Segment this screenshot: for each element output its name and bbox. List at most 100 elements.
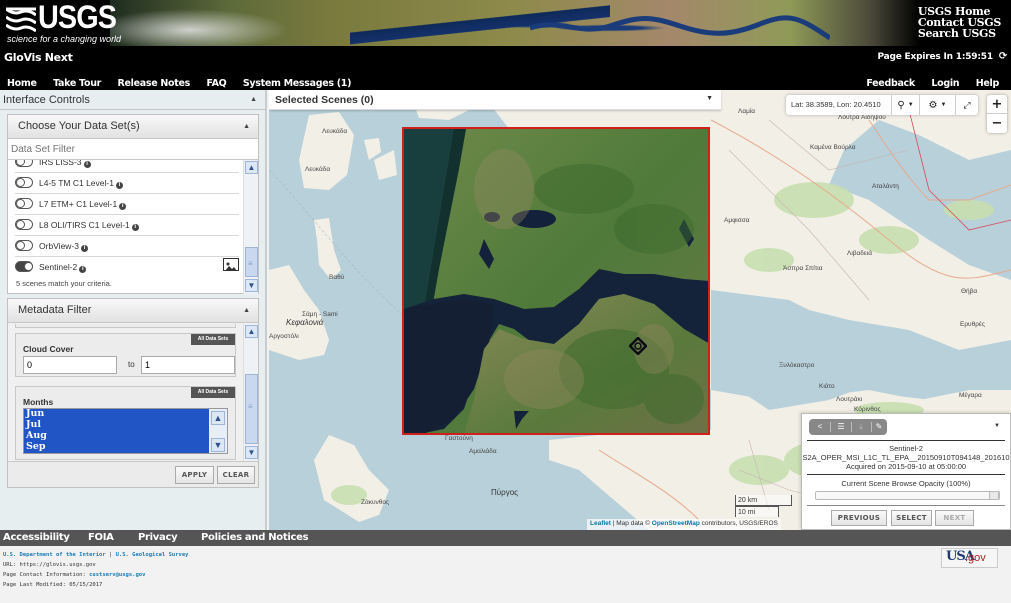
month-option[interactable]: Jun	[24, 409, 227, 419]
zoom-in-button[interactable]: +	[987, 95, 1007, 114]
month-option[interactable]: Jul	[24, 419, 227, 430]
contact-label: Page Contact Information:	[3, 572, 90, 578]
cloud-cover-max-input[interactable]	[141, 356, 235, 374]
scroll-up-icon[interactable]: ▲	[211, 411, 225, 425]
collapse-icon[interactable]: ▲	[243, 123, 250, 130]
nav-release-notes[interactable]: Release Notes	[118, 78, 191, 89]
info-icon[interactable]: i	[131, 224, 139, 231]
settings-dropdown[interactable]: ⚙ ▼	[919, 95, 955, 115]
chevron-down-icon: ▼	[907, 102, 914, 108]
scroll-up-icon[interactable]: ▲	[245, 161, 258, 174]
dataset-toggle[interactable]	[15, 198, 33, 209]
nav-login[interactable]: Login	[931, 78, 959, 89]
expires-time: 1:59:51	[955, 52, 993, 62]
dataset-toggle[interactable]	[15, 177, 33, 188]
zoom-out-button[interactable]: −	[987, 114, 1007, 133]
foia-link[interactable]: FOIA	[88, 532, 114, 543]
month-option[interactable]: Aug	[24, 430, 227, 441]
scroll-down-icon[interactable]: ▼	[211, 438, 225, 452]
chevron-down-icon[interactable]: ▼	[706, 95, 713, 102]
metadata-filter-footer: APPLY CLEAR	[8, 461, 258, 487]
dataset-item[interactable]: OrbView-3 i	[15, 236, 239, 257]
dataset-toggle[interactable]	[15, 240, 33, 251]
dataset-section-header[interactable]: Choose Your Data Set(s) ▲	[8, 115, 258, 139]
dataset-toggle[interactable]	[15, 261, 33, 272]
share-icon[interactable]: <	[813, 421, 827, 433]
chevron-down-icon[interactable]: ▼	[994, 423, 1000, 429]
scene-match-count: 5 scenes match your criteria.	[16, 279, 112, 288]
opacity-slider[interactable]	[815, 491, 1000, 500]
collapse-icon[interactable]: ▲	[250, 96, 257, 103]
nav-faq[interactable]: FAQ	[206, 78, 226, 89]
dataset-toggle[interactable]	[15, 219, 33, 230]
scroll-down-icon[interactable]: ▼	[245, 279, 258, 292]
nav-feedback[interactable]: Feedback	[866, 78, 915, 89]
nav-home[interactable]: Home	[7, 78, 37, 89]
interface-controls-header[interactable]: Interface Controls ▲	[0, 90, 265, 110]
search-usgs-link[interactable]: Search USGS	[918, 28, 1001, 39]
location-pin-dropdown[interactable]: ⚲ ▼	[891, 95, 919, 115]
nav-system-messages[interactable]: System Messages (1)	[243, 78, 352, 89]
dataset-item[interactable]: L8 OLI/TIRS C1 Level-1 i	[15, 215, 239, 236]
previous-button[interactable]: PREVIOUS	[831, 510, 887, 526]
usagov-logo[interactable]: USA .gov	[941, 548, 998, 568]
collapse-icon[interactable]: ▲	[243, 307, 250, 314]
dataset-scrollbar[interactable]: ▲ ▼	[243, 160, 258, 294]
metadata-box-partial	[15, 324, 236, 328]
dataset-toggle[interactable]	[15, 160, 33, 167]
contact-email-link[interactable]: custserv@usgs.gov	[89, 572, 145, 578]
usgs-logo[interactable]: USGS science for a changing world	[4, 0, 121, 44]
scroll-thumb[interactable]	[245, 374, 258, 444]
map-label: Κόρινθος	[854, 406, 881, 413]
leaflet-link[interactable]: Leaflet	[590, 520, 611, 527]
metadata-scrollbar[interactable]: ▲ ▼	[243, 324, 258, 462]
doi-link[interactable]: U.S. Department of the Interior	[3, 552, 106, 558]
eraser-icon[interactable]: ✎	[872, 421, 886, 433]
refresh-icon[interactable]: ⟳	[999, 51, 1007, 62]
selected-scenes-dropdown[interactable]: Selected Scenes (0) ▼	[269, 90, 721, 110]
fullscreen-button[interactable]: ⤢	[955, 95, 978, 115]
cloud-cover-min-input[interactable]	[23, 356, 117, 374]
map-label: Λουτρά Αιδηψού	[838, 114, 886, 121]
dataset-filter-input[interactable]	[8, 140, 258, 160]
usgs-link[interactable]: U.S. Geological Survey	[116, 552, 189, 558]
months-select[interactable]: Jun Jul Aug Sep ▲ ▼	[23, 408, 228, 454]
dataset-item[interactable]: L4-5 TM C1 Level-1 i	[15, 173, 239, 194]
apply-button[interactable]: APPLY	[175, 466, 214, 484]
info-icon[interactable]: i	[119, 203, 127, 210]
month-option[interactable]: Sep	[24, 441, 227, 452]
crosshair-icon	[629, 337, 647, 355]
scroll-up-icon[interactable]: ▲	[245, 325, 258, 338]
privacy-link[interactable]: Privacy	[138, 532, 178, 543]
download-icon[interactable]: ⤓	[854, 421, 868, 433]
divider	[807, 505, 1005, 506]
info-icon[interactable]: i	[83, 161, 91, 168]
main-nav: Home Take Tour Release Notes FAQ System …	[7, 73, 363, 91]
expires-label: Page Expires In	[877, 52, 953, 62]
metadata-list-icon[interactable]: ☰	[834, 421, 848, 433]
dataset-item[interactable]: L7 ETM+ C1 Level-1 i	[15, 194, 239, 215]
dataset-item-active[interactable]: Sentinel-2 i	[15, 257, 239, 294]
dataset-item[interactable]: IRS LISS-3 i	[15, 160, 239, 173]
next-button[interactable]: NEXT	[935, 510, 974, 526]
map-label: Κεφαλονιά	[286, 318, 324, 327]
select-button[interactable]: SELECT	[891, 510, 932, 526]
months-label: Months	[23, 397, 54, 407]
opacity-slider-handle[interactable]	[989, 491, 999, 500]
metadata-filter-header[interactable]: Metadata Filter ▲	[8, 299, 258, 323]
osm-link[interactable]: OpenStreetMap	[652, 520, 700, 527]
scene-footprint[interactable]	[402, 127, 710, 435]
nav-help[interactable]: Help	[976, 78, 1000, 89]
nav-take-tour[interactable]: Take Tour	[53, 78, 101, 89]
accessibility-link[interactable]: Accessibility	[3, 532, 70, 543]
scroll-thumb[interactable]	[245, 247, 258, 277]
info-icon[interactable]: i	[81, 245, 88, 252]
image-icon[interactable]	[223, 258, 239, 271]
clear-button[interactable]: CLEAR	[217, 466, 255, 484]
policies-link[interactable]: Policies and Notices	[201, 532, 309, 543]
months-scrollbar[interactable]: ▲ ▼	[209, 409, 227, 453]
info-icon[interactable]: i	[79, 266, 87, 273]
map-attribution: Leaflet | Map data © OpenStreetMap contr…	[587, 519, 781, 530]
info-icon[interactable]: i	[115, 182, 123, 189]
scroll-down-icon[interactable]: ▼	[245, 446, 258, 459]
